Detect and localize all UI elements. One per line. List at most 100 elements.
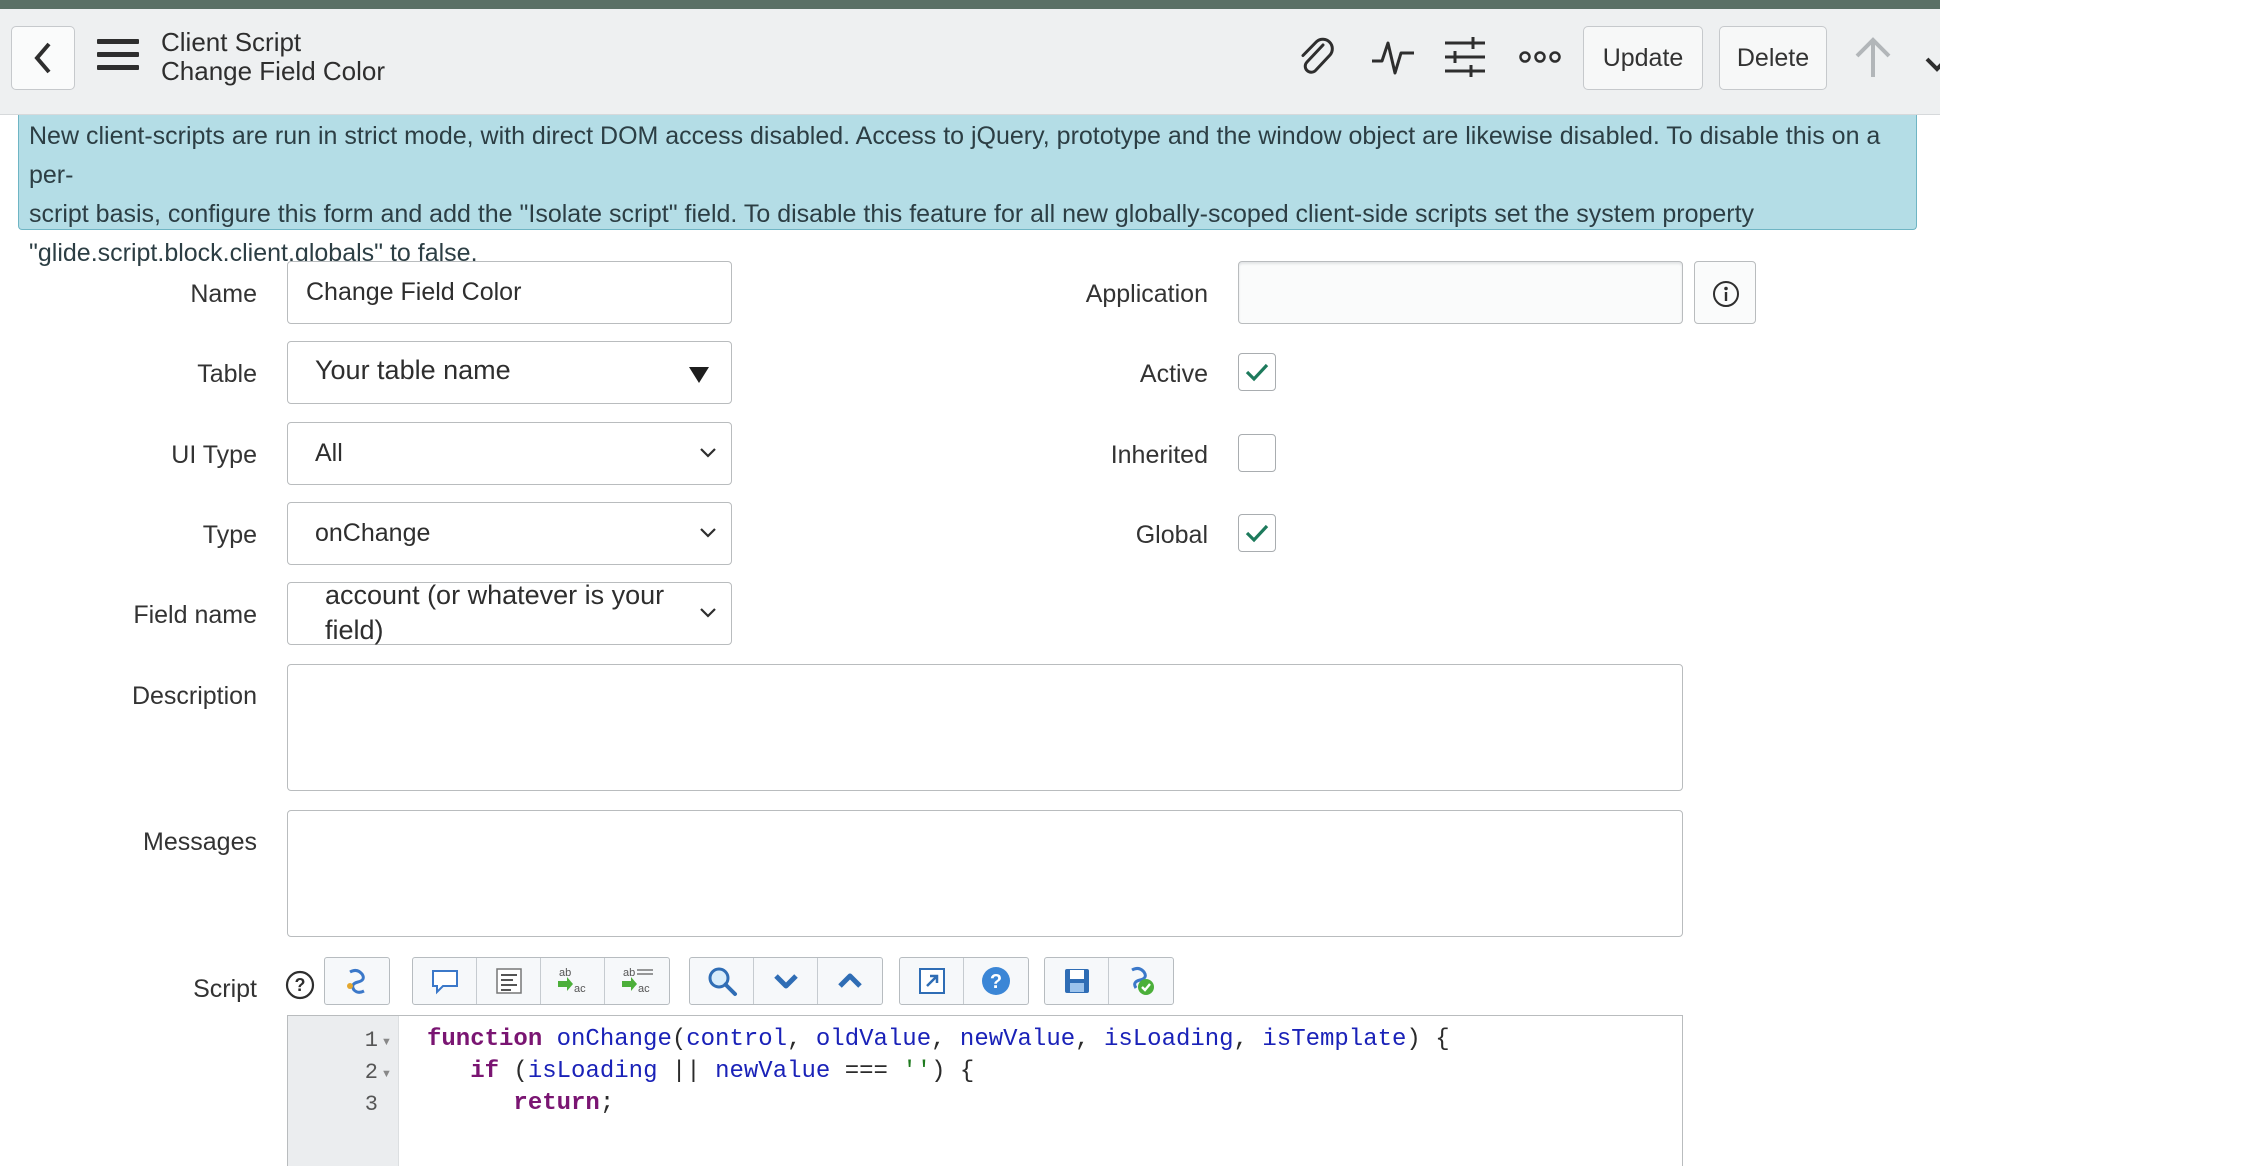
table-label: Table (197, 360, 257, 388)
help-icon: ? (982, 967, 1010, 995)
table-select[interactable]: Your table name (287, 341, 732, 404)
record-name: Change Field Color (161, 56, 386, 86)
field-name-value: field) (325, 615, 384, 645)
code-token: control (686, 1026, 788, 1053)
fold-marker[interactable]: ▼ (381, 1068, 392, 1080)
code-token: , (1075, 1026, 1104, 1053)
field-name-label: Field name (133, 601, 257, 629)
code-token: function (427, 1026, 543, 1053)
line-number: 3 (364, 1092, 378, 1117)
comment-button[interactable] (413, 958, 477, 1004)
banner-line: New client-scripts are run in strict mod… (29, 122, 1881, 189)
replace-all-button[interactable]: ab ac (605, 958, 669, 1004)
name-input[interactable]: Change Field Color (287, 261, 732, 324)
next-button[interactable] (754, 958, 818, 1004)
next-icon (773, 974, 798, 989)
application-input[interactable] (1238, 261, 1683, 324)
toolbar-group-5 (1044, 957, 1174, 1005)
application-info-button[interactable] (1694, 261, 1756, 324)
chevron-left-icon (34, 42, 51, 74)
form-header: Client Script Change Field Color Update … (0, 9, 1940, 115)
fullscreen-button[interactable] (900, 958, 964, 1004)
toolbar-group-1 (324, 957, 390, 1005)
info-banner: New client-scripts are run in strict mod… (18, 115, 1917, 267)
line-number: 2 (364, 1060, 378, 1085)
script-include-button[interactable] (325, 958, 389, 1004)
chevron-down-icon (700, 608, 716, 618)
format-icon (495, 968, 522, 994)
code-token: newValue (715, 1058, 831, 1085)
save-button[interactable] (1045, 958, 1109, 1004)
replace-icon: ab ac (557, 967, 586, 995)
sliders-icon[interactable] (1443, 35, 1487, 79)
code-token: oldValue (815, 1026, 932, 1053)
name-label: Name (190, 280, 257, 308)
save-icon (1064, 969, 1089, 993)
code-token: , (931, 1026, 960, 1053)
ui-type-select[interactable]: All (287, 422, 732, 485)
script-include-icon (347, 968, 365, 994)
svg-text:ac: ac (574, 983, 586, 995)
search-button[interactable] (690, 958, 754, 1004)
triangle-down-icon (689, 367, 709, 383)
script-label: Script (193, 975, 257, 1003)
code-token: ) { (931, 1058, 975, 1085)
svg-text:?: ? (295, 975, 306, 995)
comment-icon (431, 970, 458, 995)
field-name-value: account (or whatever is your (325, 580, 665, 610)
inherited-checkbox[interactable] (1238, 434, 1276, 472)
code-line: function onChange(control, oldValue, new… (427, 1026, 1450, 1053)
active-checkbox[interactable] (1238, 353, 1276, 391)
script-editor[interactable]: 1 ▼ 2 ▼ 3 function onChange(control, old… (287, 1015, 1683, 1166)
application-label: Application (1085, 280, 1208, 308)
script-debugger-button[interactable] (1109, 958, 1173, 1004)
toolbar-group-3 (689, 957, 883, 1005)
svg-text:ab: ab (559, 967, 571, 979)
description-textarea[interactable] (287, 664, 1683, 791)
table-value: Your table name (315, 355, 511, 385)
field-name-select[interactable]: account (or whatever is your field) (287, 580, 732, 645)
messages-textarea[interactable] (287, 810, 1683, 937)
previous-button[interactable] (818, 958, 882, 1004)
previous-icon (838, 973, 862, 988)
fold-marker[interactable]: ▼ (381, 1036, 392, 1048)
code-token: return (513, 1090, 600, 1117)
messages-label: Messages (143, 828, 257, 856)
replace-button[interactable]: ab ac (541, 958, 605, 1004)
more-icon[interactable] (1518, 35, 1562, 79)
top-strip (0, 0, 1940, 9)
help-button[interactable]: ? (964, 958, 1028, 1004)
format-button[interactable] (477, 958, 541, 1004)
paperclip-icon[interactable] (1295, 35, 1339, 79)
inherited-label: Inherited (1110, 441, 1208, 469)
activity-icon[interactable] (1370, 35, 1416, 79)
fullscreen-icon (918, 968, 945, 994)
global-checkbox[interactable] (1238, 514, 1276, 552)
chevron-down-icon[interactable] (1925, 55, 1940, 75)
code-token: isTemplate (1262, 1026, 1407, 1053)
name-value: Change Field Color (306, 278, 522, 306)
code-token: newValue (959, 1026, 1076, 1053)
code-token: if (470, 1058, 500, 1085)
type-select[interactable]: onChange (287, 502, 732, 565)
code-token: || (657, 1058, 716, 1085)
type-label: Type (202, 521, 257, 549)
delete-button[interactable]: Delete (1719, 26, 1827, 90)
code-token: , (1233, 1026, 1263, 1053)
back-button[interactable] (11, 26, 75, 90)
global-label: Global (1135, 521, 1208, 549)
description-label: Description (131, 682, 257, 710)
script-debugger-icon (1131, 966, 1154, 995)
code-token: === (830, 1058, 903, 1085)
line-number: 1 (364, 1028, 378, 1053)
update-button[interactable]: Update (1583, 26, 1703, 90)
svg-text:ab: ab (623, 967, 635, 979)
code-line: if (isLoading || newValue === '') { (427, 1058, 974, 1085)
arrow-up-icon[interactable] (1853, 37, 1893, 79)
form-title: Client Script (161, 27, 302, 57)
menu-icon[interactable] (97, 39, 139, 73)
code-token: isLoading (527, 1058, 658, 1085)
code-token: isLoading (1103, 1026, 1234, 1053)
help-circle-icon[interactable]: ? (285, 970, 315, 1000)
